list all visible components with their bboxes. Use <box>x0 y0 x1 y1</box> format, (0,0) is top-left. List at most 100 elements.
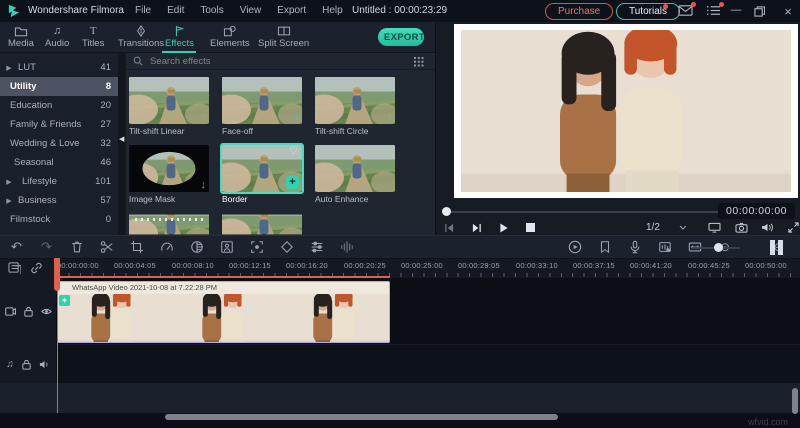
delete-button[interactable] <box>68 239 85 256</box>
volume-icon[interactable] <box>761 222 774 233</box>
sidebar-item-education[interactable]: Education 20 <box>0 96 118 115</box>
search-input[interactable] <box>148 54 388 68</box>
purchase-button[interactable]: Purchase <box>545 3 614 20</box>
sidebar-item-utility[interactable]: Utility 8 <box>0 77 118 96</box>
sidebar-item-business[interactable]: ▶ Business 57 <box>0 191 118 210</box>
tab-split-screen[interactable]: Split Screen <box>258 25 309 49</box>
video-preview[interactable] <box>454 24 798 198</box>
tab-audio[interactable]: ♫ Audio <box>45 25 69 49</box>
effect-card-partial[interactable] <box>129 214 209 235</box>
sidebar-item-wedding-love[interactable]: Wedding & Love 32 <box>0 134 118 153</box>
ruler-tick: 00:00:20:25 <box>344 261 386 270</box>
panel-handle-bar-icon[interactable] <box>770 240 775 255</box>
undo-button[interactable]: ↶ <box>8 239 25 256</box>
video-track-icon <box>4 306 16 317</box>
fullscreen-icon[interactable] <box>788 222 799 233</box>
minimize-button[interactable]: — <box>728 4 744 16</box>
render-preview-button[interactable] <box>567 239 584 256</box>
keyframe-button[interactable] <box>278 239 295 256</box>
menu-help[interactable]: Help <box>322 5 343 16</box>
stop-button[interactable] <box>526 223 535 232</box>
sidebar-item-family-friends[interactable]: Family & Friends 27 <box>0 115 118 134</box>
sidebar-item-lut[interactable]: ▶ LUT 41 <box>0 58 118 77</box>
play-button[interactable] <box>499 223 509 233</box>
audio-track-lane[interactable] <box>56 345 800 383</box>
crop-button[interactable] <box>128 239 145 256</box>
menu-edit[interactable]: Edit <box>167 5 184 16</box>
horizontal-scrollbar[interactable] <box>165 414 558 420</box>
audio-wave-button[interactable] <box>338 239 355 256</box>
timeline-zoom-handle[interactable] <box>714 243 723 252</box>
effect-card-tilt-shift-linear[interactable]: ↓ Tilt-shift Linear <box>129 77 209 136</box>
effect-card-auto-enhance[interactable]: ↓ Auto Enhance <box>315 145 395 204</box>
effect-card-tilt-shift-circle[interactable]: ↓ Tilt-shift Circle <box>315 77 395 136</box>
audio-mixer-button[interactable] <box>657 239 674 256</box>
adjustment-button[interactable] <box>308 239 325 256</box>
effect-card-partial[interactable] <box>222 214 302 235</box>
clip-thumbnail <box>169 294 280 343</box>
menu-tools[interactable]: Tools <box>200 5 223 16</box>
timeline-ruler[interactable]: 00:00:00:00 00:00:04:05 00:00:08:10 00:0… <box>0 258 800 278</box>
tab-media[interactable]: Media <box>8 25 34 49</box>
scene-detect-button[interactable] <box>248 239 265 256</box>
applied-effect-badge-icon[interactable]: ✦ <box>59 295 70 306</box>
sidebar-scrollbar[interactable] <box>118 53 125 235</box>
grid-view-icon[interactable] <box>414 57 424 67</box>
chevron-down-icon[interactable] <box>679 225 687 230</box>
maximize-button[interactable] <box>754 6 765 17</box>
tab-effects[interactable]: Effects <box>162 25 197 53</box>
manage-tracks-icon[interactable] <box>8 262 21 274</box>
menu-file[interactable]: File <box>135 5 151 16</box>
menu-export[interactable]: Export <box>277 5 306 16</box>
tab-elements[interactable]: Elements <box>210 25 250 49</box>
effect-card-border[interactable]: ♡ + Border <box>220 143 304 204</box>
playhead-handle[interactable] <box>54 258 60 291</box>
snapshot-camera-icon[interactable] <box>735 222 748 233</box>
download-icon[interactable]: ↓ <box>387 180 393 191</box>
sidebar-item-seasonal[interactable]: Seasonal 46 <box>0 153 118 172</box>
preview-quality-select[interactable]: 1/2 <box>646 222 660 233</box>
auto-ripple-icon[interactable] <box>30 262 43 274</box>
panel-handle-bar-icon[interactable] <box>778 240 783 255</box>
redo-button[interactable]: ↷ <box>38 239 55 256</box>
download-icon[interactable]: ↓ <box>294 112 300 123</box>
scrubber-track[interactable] <box>446 211 746 213</box>
tab-titles[interactable]: T Titles <box>82 25 104 49</box>
lock-icon[interactable] <box>23 306 34 317</box>
sidebar-collapse-arrow-icon[interactable]: ◀ <box>119 135 124 143</box>
export-button[interactable]: EXPORT <box>378 28 425 46</box>
eye-visibility-icon[interactable] <box>40 306 52 317</box>
close-button[interactable]: × <box>780 4 796 19</box>
tab-transitions[interactable]: Transitions <box>118 25 164 49</box>
audio-track-icon: ♫ <box>6 358 14 370</box>
download-icon[interactable]: ↓ <box>201 180 207 191</box>
color-correction-button[interactable] <box>188 239 205 256</box>
sidebar-item-lifestyle[interactable]: ▶ Lifestyle 101 <box>0 172 118 191</box>
vertical-scrollbar[interactable] <box>792 388 798 414</box>
download-icon[interactable]: ↓ <box>201 112 207 123</box>
motion-tracking-button[interactable] <box>218 239 235 256</box>
voiceover-mic-button[interactable] <box>627 239 644 256</box>
effect-card-face-off[interactable]: ↓ Face-off <box>222 77 302 136</box>
favorite-heart-icon[interactable]: ♡ <box>289 146 298 157</box>
menu-view[interactable]: View <box>240 5 262 16</box>
previous-frame-button[interactable] <box>444 223 455 233</box>
clip-thumbnail <box>58 294 169 343</box>
timeline-clip[interactable]: WhatsApp Video 2021-10-08 at 7.22.28 PM … <box>57 281 390 343</box>
effect-card-image-mask[interactable]: ↓ Image Mask <box>129 145 209 204</box>
marker-button[interactable] <box>597 239 614 256</box>
lock-icon[interactable] <box>21 359 32 370</box>
scrubber-playhead[interactable] <box>442 207 451 216</box>
download-icon[interactable]: ↓ <box>387 112 393 123</box>
display-device-icon[interactable] <box>708 222 721 233</box>
tutorials-button[interactable]: Tutorials <box>616 3 680 20</box>
next-frame-button[interactable] <box>471 223 482 233</box>
speed-button[interactable] <box>158 239 175 256</box>
effect-thumbnail: ↓ <box>315 145 395 192</box>
split-scissors-button[interactable] <box>98 239 115 256</box>
add-effect-button[interactable]: + <box>286 176 299 189</box>
sidebar-item-filmstock[interactable]: Filmstock 0 <box>0 210 118 229</box>
media-tab-bar: Media ♫ Audio T Titles Transitions Effec… <box>0 22 435 53</box>
mute-speaker-icon[interactable] <box>39 359 50 370</box>
ruler-tick: 00:00:29:05 <box>458 261 500 270</box>
